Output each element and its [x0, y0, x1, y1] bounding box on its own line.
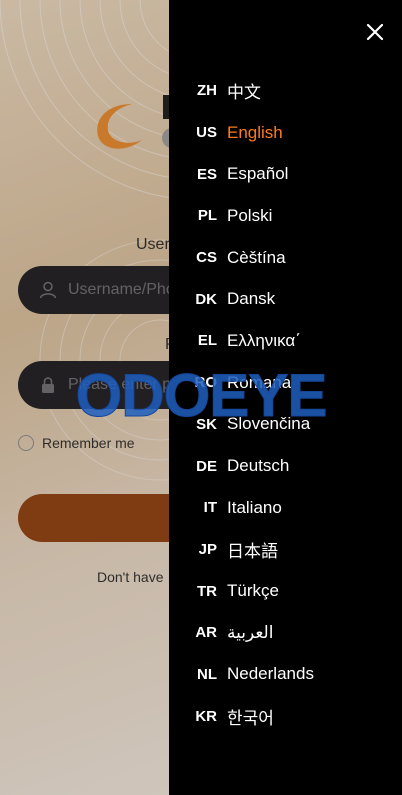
language-name: Nederlands — [227, 664, 314, 684]
language-code: NL — [197, 665, 217, 683]
language-code: AR — [195, 624, 217, 642]
language-code: DK — [195, 290, 217, 308]
language-item-pl[interactable]: PL Polski — [169, 195, 402, 237]
language-name: 日本語 — [227, 541, 278, 561]
language-code: PL — [197, 207, 217, 225]
language-code: CS — [196, 249, 217, 267]
language-code: KR — [195, 707, 217, 725]
language-code: TR — [197, 582, 217, 600]
language-name: Polski — [227, 205, 273, 225]
language-name: Español — [227, 164, 289, 184]
language-item-jp[interactable]: JP 日本語 — [169, 529, 402, 571]
language-item-cs[interactable]: CS Cèštína — [169, 237, 402, 279]
language-name: Cèštína — [227, 247, 286, 267]
language-item-ar[interactable]: AR العربية — [169, 612, 402, 654]
language-item-kr[interactable]: KR 한국어 — [169, 695, 402, 737]
language-code: EL — [197, 332, 217, 350]
language-name: العربية — [227, 622, 274, 642]
language-code: JP — [198, 540, 217, 558]
language-name: Türkçe — [227, 581, 279, 601]
language-item-tr[interactable]: TR Türkçe — [169, 570, 402, 612]
language-item-dk[interactable]: DK Dansk — [169, 278, 402, 320]
language-name: Dansk — [227, 289, 276, 309]
watermark-text: ODOEYE — [76, 362, 327, 428]
language-name: 한국어 — [227, 708, 274, 728]
language-item-zh[interactable]: ZH 中文 — [169, 70, 402, 112]
language-name: English — [227, 122, 283, 142]
language-code: ES — [196, 165, 217, 183]
language-code: DE — [196, 457, 217, 475]
close-icon[interactable] — [365, 22, 385, 42]
language-name: 中文 — [227, 83, 261, 103]
language-item-es[interactable]: ES Español — [169, 153, 402, 195]
language-name: Deutsch — [227, 456, 290, 476]
language-item-us[interactable]: US English — [169, 112, 402, 154]
language-code: US — [196, 124, 217, 142]
language-name: Italiano — [227, 497, 282, 517]
watermark-logo: ODOEYE — [75, 362, 328, 428]
language-name: Ελληνικα΄ — [227, 330, 301, 350]
language-code: IT — [203, 499, 217, 517]
language-item-el[interactable]: EL Ελληνικα΄ — [169, 320, 402, 362]
language-item-de[interactable]: DE Deutsch — [169, 445, 402, 487]
language-item-nl[interactable]: NL Nederlands — [169, 654, 402, 696]
language-code: ZH — [197, 82, 217, 100]
language-item-it[interactable]: IT Italiano — [169, 487, 402, 529]
